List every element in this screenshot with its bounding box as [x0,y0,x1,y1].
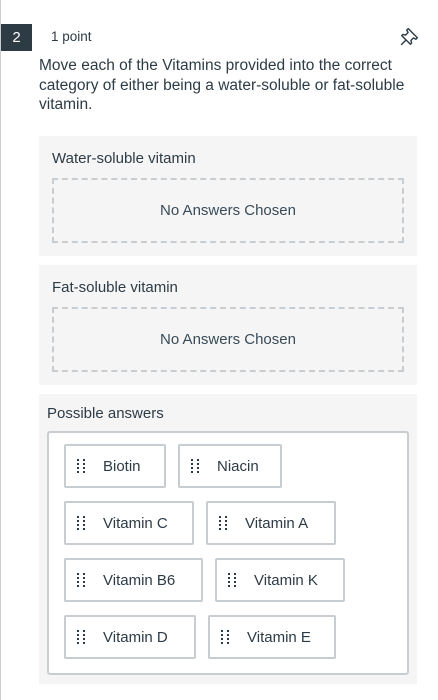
possible-answers-panel: Possible answers Biotin Niacin Vitamin C… [39,394,417,684]
answer-chip[interactable]: Vitamin E [208,615,336,659]
category-water-soluble: Water-soluble vitamin No Answers Chosen [39,136,417,256]
answer-label: Vitamin C [103,514,168,532]
drag-handle-icon [77,457,86,475]
drag-handle-icon [228,571,237,589]
answer-label: Vitamin K [254,571,318,589]
drop-zone-empty-text: No Answers Chosen [160,202,296,219]
drag-handle-icon [77,628,86,646]
possible-answers-title: Possible answers [47,405,164,422]
drag-handle-icon [191,457,200,475]
pin-icon[interactable] [400,26,420,46]
category-fat-soluble: Fat-soluble vitamin No Answers Chosen [39,265,417,385]
drop-zone-water-soluble[interactable]: No Answers Chosen [52,178,404,243]
answer-chip[interactable]: Vitamin B6 [64,558,203,602]
question-prompt: Move each of the Vitamins provided into … [39,57,405,113]
answer-label: Biotin [103,457,141,475]
category-title: Water-soluble vitamin [52,150,196,167]
drop-zone-empty-text: No Answers Chosen [160,331,296,348]
question-number-badge: 2 [1,24,32,51]
answer-label: Niacin [217,457,259,475]
category-title: Fat-soluble vitamin [52,279,178,296]
drag-handle-icon [77,514,86,532]
answer-chip[interactable]: Vitamin D [64,615,196,659]
answer-label: Vitamin B6 [103,571,176,589]
answer-chip[interactable]: Vitamin A [206,501,336,545]
answer-chip[interactable]: Vitamin C [64,501,194,545]
drag-handle-icon [219,514,228,532]
answer-chip[interactable]: Biotin [64,444,166,488]
answer-chip[interactable]: Niacin [178,444,282,488]
question-card: 2 1 point Move each of the Vitamins prov… [0,0,438,700]
question-points: 1 point [51,29,92,44]
answer-bank: Biotin Niacin Vitamin C Vitamin A Vitami… [47,431,409,675]
answer-label: Vitamin D [103,628,168,646]
answer-label: Vitamin E [247,628,311,646]
drop-zone-fat-soluble[interactable]: No Answers Chosen [52,307,404,372]
drag-handle-icon [77,571,86,589]
drag-handle-icon [221,628,230,646]
answer-label: Vitamin A [245,514,309,532]
answer-chip[interactable]: Vitamin K [215,558,345,602]
